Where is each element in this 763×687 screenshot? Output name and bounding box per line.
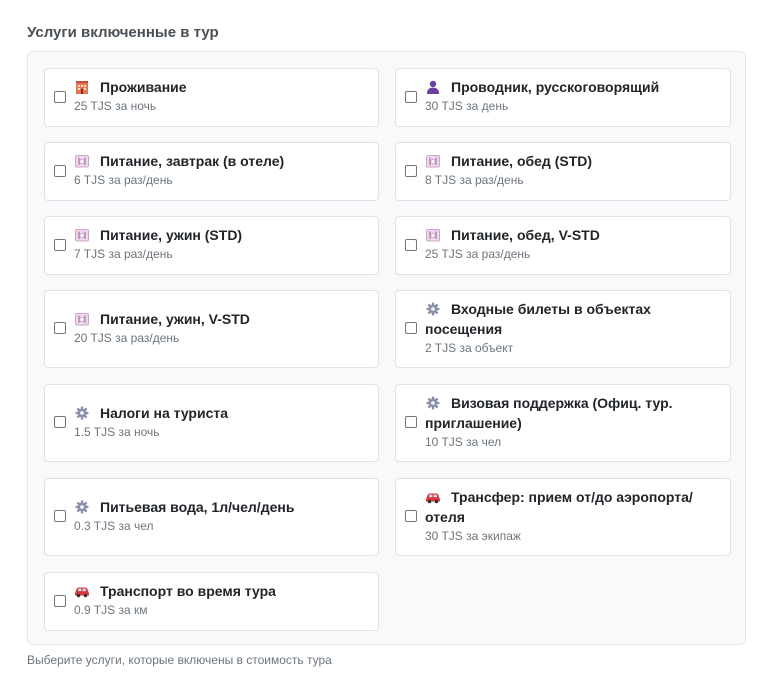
service-title: Питание, ужин (STD) xyxy=(100,227,243,243)
car-icon xyxy=(425,489,443,504)
service-price: 25 TJS за ночь xyxy=(74,99,157,113)
service-price: 30 TJS за день xyxy=(425,99,509,113)
service-checkbox[interactable] xyxy=(54,91,66,103)
service-checkbox[interactable] xyxy=(405,416,417,428)
service-title: Трансфер: прием от/до аэропорта/ отеля xyxy=(425,489,693,525)
service-title: Питание, ужин, V-STD xyxy=(100,311,250,327)
service-checkbox[interactable] xyxy=(405,510,417,522)
service-price: 25 TJS за раз/день xyxy=(425,247,531,261)
meal-icon xyxy=(74,227,92,242)
meal-icon xyxy=(425,227,443,242)
service-card[interactable]: Налоги на туриста 1.5 TJS за ночь xyxy=(44,384,379,462)
service-price: 20 TJS за раз/день xyxy=(74,331,180,345)
service-price: 6 TJS за раз/день xyxy=(74,173,173,187)
service-checkbox[interactable] xyxy=(54,510,66,522)
service-card[interactable]: Питьевая вода, 1л/чел/день 0.3 TJS за че… xyxy=(44,478,379,556)
service-title: Питание, обед (STD) xyxy=(451,153,593,169)
service-checkbox[interactable] xyxy=(54,165,66,177)
help-text: Выберите услуги, которые включены в стои… xyxy=(27,653,332,667)
service-checkbox[interactable] xyxy=(54,322,66,334)
service-title: Проживание xyxy=(100,79,187,95)
car-icon xyxy=(74,583,92,598)
service-card[interactable]: Питание, ужин (STD) 7 TJS за раз/день xyxy=(44,216,379,275)
service-checkbox[interactable] xyxy=(405,239,417,251)
service-card[interactable]: Питание, ужин, V-STD 20 TJS за раз/день xyxy=(44,290,379,368)
service-card[interactable]: Питание, обед (STD) 8 TJS за раз/день xyxy=(395,142,731,201)
service-checkbox[interactable] xyxy=(54,595,66,607)
service-checkbox[interactable] xyxy=(54,416,66,428)
gear-icon xyxy=(74,405,92,420)
service-title: Налоги на туриста xyxy=(100,405,229,421)
gear-icon xyxy=(425,301,443,316)
service-title: Визовая поддержка (Офиц. тур. приглашени… xyxy=(425,395,673,431)
meal-icon xyxy=(425,153,443,168)
hotel-icon xyxy=(74,79,92,94)
meal-icon xyxy=(74,153,92,168)
service-card[interactable]: Входные билеты в объектах посещения 2 TJ… xyxy=(395,290,731,368)
service-price: 30 TJS за экипаж xyxy=(425,529,521,543)
service-card[interactable]: Питание, завтрак (в отеле) 6 TJS за раз/… xyxy=(44,142,379,201)
service-price: 7 TJS за раз/день xyxy=(74,247,173,261)
service-card[interactable]: Проживание 25 TJS за ночь xyxy=(44,68,379,127)
service-title: Питьевая вода, 1л/чел/день xyxy=(100,499,295,515)
service-card[interactable]: Визовая поддержка (Офиц. тур. приглашени… xyxy=(395,384,731,462)
service-checkbox[interactable] xyxy=(405,322,417,334)
meal-icon xyxy=(74,311,92,326)
services-panel: Проживание 25 TJS за ночь Проводник, рус… xyxy=(27,51,746,645)
service-title: Транспорт во время тура xyxy=(100,583,276,599)
guide-icon xyxy=(425,79,443,94)
gear-icon xyxy=(425,395,443,410)
service-checkbox[interactable] xyxy=(405,165,417,177)
service-price: 0.9 TJS за км xyxy=(74,603,148,617)
service-title: Питание, завтрак (в отеле) xyxy=(100,153,285,169)
service-card[interactable]: Трансфер: прием от/до аэропорта/ отеля 3… xyxy=(395,478,731,556)
service-card[interactable]: Питание, обед, V-STD 25 TJS за раз/день xyxy=(395,216,731,275)
service-title: Входные билеты в объектах посещения xyxy=(425,301,651,337)
service-card[interactable]: Проводник, русскоговорящий 30 TJS за ден… xyxy=(395,68,731,127)
service-price: 1.5 TJS за ночь xyxy=(74,425,160,439)
service-price: 0.3 TJS за чел xyxy=(74,519,154,533)
gear-icon xyxy=(74,499,92,514)
service-price: 2 TJS за объект xyxy=(425,341,514,355)
service-checkbox[interactable] xyxy=(54,239,66,251)
service-checkbox[interactable] xyxy=(405,91,417,103)
service-price: 8 TJS за раз/день xyxy=(425,173,524,187)
service-card[interactable]: Транспорт во время тура 0.9 TJS за км xyxy=(44,572,379,631)
section-title: Услуги включенные в тур xyxy=(27,24,219,41)
service-title: Питание, обед, V-STD xyxy=(451,227,600,243)
service-title: Проводник, русскоговорящий xyxy=(451,79,660,95)
service-price: 10 TJS за чел xyxy=(425,435,502,449)
